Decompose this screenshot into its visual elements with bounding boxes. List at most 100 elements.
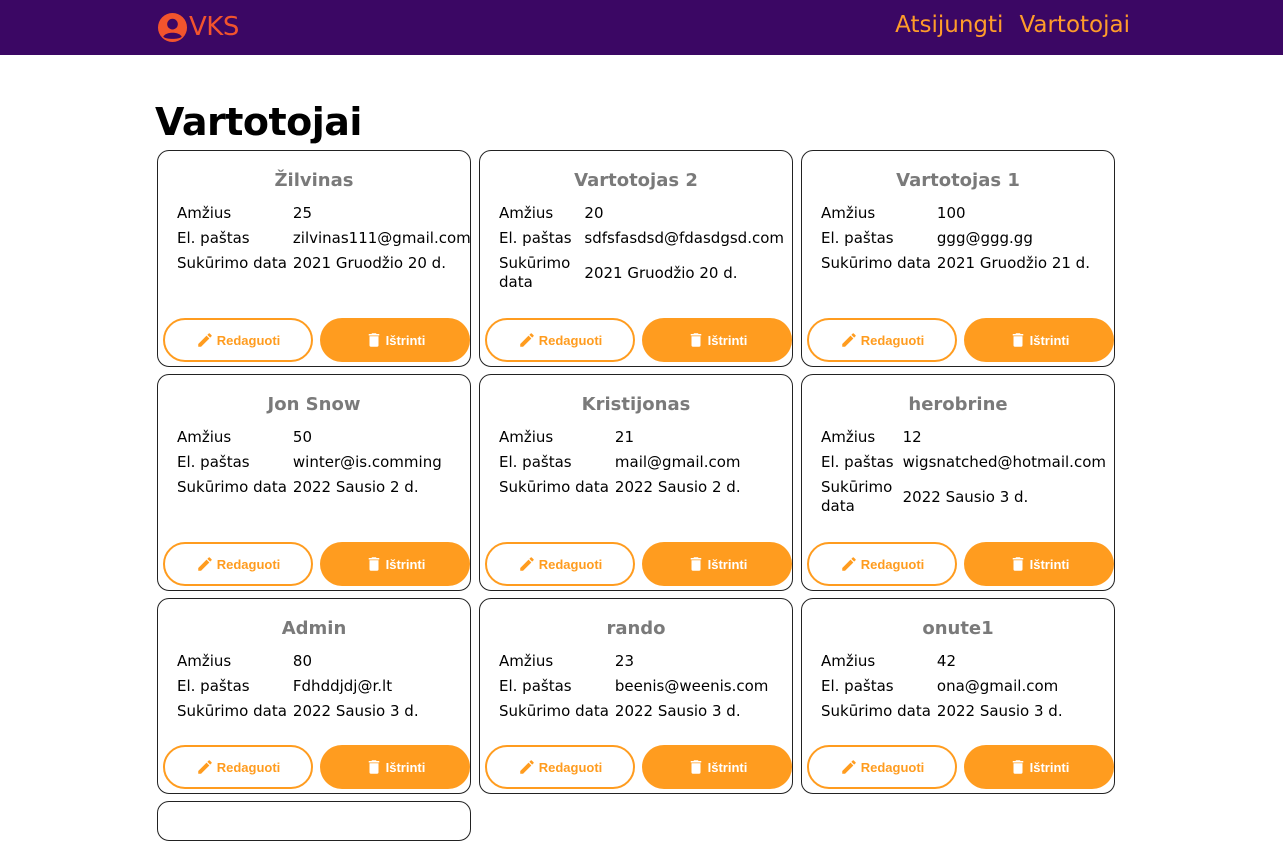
user-card: Vartotojas 2 Amžius 20 El. paštas sdfsfa…	[479, 150, 793, 367]
user-card: Žilvinas Amžius 25 El. paštas zilvinas11…	[157, 150, 471, 367]
pencil-icon	[197, 760, 212, 774]
trash-icon	[368, 557, 379, 571]
edit-button[interactable]: Redaguoti	[485, 318, 635, 362]
edit-button[interactable]: Redaguoti	[163, 318, 313, 362]
delete-button[interactable]: Ištrinti	[320, 745, 470, 789]
edit-button[interactable]: Redaguoti	[485, 542, 635, 586]
age-value: 12	[902, 428, 922, 446]
delete-button-label: Ištrinti	[1029, 759, 1070, 775]
edit-button-label: Redaguoti	[860, 556, 925, 572]
user-name: Vartotojas 2	[574, 170, 698, 191]
email-label: El. paštas	[177, 677, 250, 695]
age-label: Amžius	[821, 652, 876, 670]
age-row: Amžius 20	[499, 204, 784, 229]
email-value: winter@is.comming	[292, 453, 442, 471]
age-label: Amžius	[821, 428, 876, 446]
age-value: 80	[292, 652, 312, 670]
delete-button[interactable]: Ištrinti	[964, 542, 1114, 586]
pencil-icon	[841, 760, 856, 774]
delete-button[interactable]: Ištrinti	[642, 318, 792, 362]
user-info-table: Amžius 100 El. paštas ggg@ggg.gg Sukūrim…	[821, 204, 1090, 279]
email-label: El. paštas	[499, 229, 572, 247]
delete-button[interactable]: Ištrinti	[642, 745, 792, 789]
age-label: Amžius	[499, 428, 554, 446]
delete-button-label: Ištrinti	[385, 759, 426, 775]
delete-button[interactable]: Ištrinti	[320, 318, 470, 362]
edit-button[interactable]: Redaguoti	[485, 745, 635, 789]
created-label: Sukūrimo data	[821, 478, 893, 515]
age-label: Amžius	[177, 428, 232, 446]
created-label: Sukūrimo data	[821, 702, 931, 720]
created-value: 2021 Gruodžio 21 d.	[936, 254, 1090, 272]
delete-button[interactable]: Ištrinti	[642, 542, 792, 586]
email-value: Fdhddjdj@r.lt	[292, 677, 393, 695]
created-value: 2021 Gruodžio 20 d.	[292, 254, 446, 272]
nav-link-logout[interactable]: Atsijungti	[895, 12, 1003, 38]
delete-button[interactable]: Ištrinti	[320, 542, 470, 586]
delete-button-label: Ištrinti	[385, 556, 426, 572]
nav-link-users[interactable]: Vartotojai	[1019, 12, 1130, 38]
edit-button-label: Redaguoti	[216, 556, 281, 572]
delete-button[interactable]: Ištrinti	[964, 745, 1114, 789]
page-title: Vartotojai	[155, 100, 362, 144]
user-card: herobrine Amžius 12 El. paštas wigsnatch…	[801, 374, 1115, 591]
age-row: Amžius 12	[821, 428, 1106, 453]
age-label: Amžius	[177, 204, 232, 222]
edit-button-label: Redaguoti	[216, 759, 281, 775]
delete-button[interactable]: Ištrinti	[964, 318, 1114, 362]
email-label: El. paštas	[177, 229, 250, 247]
created-row: Sukūrimo data 2022 Sausio 3 d.	[499, 702, 768, 727]
age-value: 23	[614, 652, 634, 670]
email-label: El. paštas	[177, 453, 250, 471]
email-label: El. paštas	[821, 677, 894, 695]
edit-button-label: Redaguoti	[538, 332, 603, 348]
created-row: Sukūrimo data 2022 Sausio 2 d.	[177, 478, 442, 503]
email-label: El. paštas	[499, 453, 572, 471]
age-value: 100	[936, 204, 966, 222]
age-label: Amžius	[499, 652, 554, 670]
age-value: 42	[936, 652, 956, 670]
created-row: Sukūrimo data 2022 Sausio 2 d.	[499, 478, 741, 503]
email-row: El. paštas winter@is.comming	[177, 453, 442, 478]
user-name: rando	[606, 618, 666, 639]
email-row: El. paštas zilvinas111@gmail.com	[177, 229, 471, 254]
edit-button[interactable]: Redaguoti	[807, 745, 957, 789]
trash-icon	[690, 333, 701, 347]
edit-button-label: Redaguoti	[860, 759, 925, 775]
created-label: Sukūrimo data	[499, 702, 609, 720]
user-info-table: Amžius 20 El. paštas sdfsfasdsd@fdasdgsd…	[499, 204, 784, 298]
user-info-table: Amžius 80 El. paštas Fdhddjdj@r.lt Sukūr…	[177, 652, 419, 727]
user-name: Vartotojas 1	[896, 170, 1020, 191]
created-row: Sukūrimo data 2021 Gruodžio 21 d.	[821, 254, 1090, 279]
user-info-table: Amžius 50 El. paštas winter@is.comming S…	[177, 428, 442, 503]
edit-button[interactable]: Redaguoti	[807, 542, 957, 586]
age-row: Amžius 21	[499, 428, 741, 453]
age-label: Amžius	[499, 204, 554, 222]
edit-button[interactable]: Redaguoti	[163, 745, 313, 789]
edit-button[interactable]: Redaguoti	[163, 542, 313, 586]
delete-button-label: Ištrinti	[1029, 556, 1070, 572]
pencil-icon	[841, 333, 856, 347]
trash-icon	[1012, 760, 1023, 774]
delete-button-label: Ištrinti	[1029, 332, 1070, 348]
user-card: Jon Snow Amžius 50 El. paštas winter@is.…	[157, 374, 471, 591]
user-name: onute1	[922, 618, 994, 639]
email-value: zilvinas111@gmail.com	[292, 229, 471, 247]
created-value: 2022 Sausio 3 d.	[292, 702, 419, 720]
edit-button[interactable]: Redaguoti	[807, 318, 957, 362]
delete-button-label: Ištrinti	[707, 556, 748, 572]
email-row: El. paštas ona@gmail.com	[821, 677, 1063, 702]
user-card: rando Amžius 23 El. paštas beenis@weenis…	[479, 598, 793, 794]
created-label: Sukūrimo data	[499, 478, 609, 496]
pencil-icon	[841, 557, 856, 571]
brand-logo[interactable]: VKS	[157, 11, 239, 43]
email-row: El. paštas mail@gmail.com	[499, 453, 741, 478]
pencil-icon	[519, 557, 534, 571]
age-row: Amžius 100	[821, 204, 1090, 229]
created-value: 2022 Sausio 3 d.	[614, 702, 741, 720]
created-row: Sukūrimo data 2021 Gruodžio 20 d.	[177, 254, 471, 279]
trash-icon	[368, 333, 379, 347]
created-value: 2022 Sausio 3 d.	[902, 487, 1029, 506]
created-value: 2022 Sausio 2 d.	[614, 478, 741, 496]
user-name: Admin	[281, 618, 347, 639]
